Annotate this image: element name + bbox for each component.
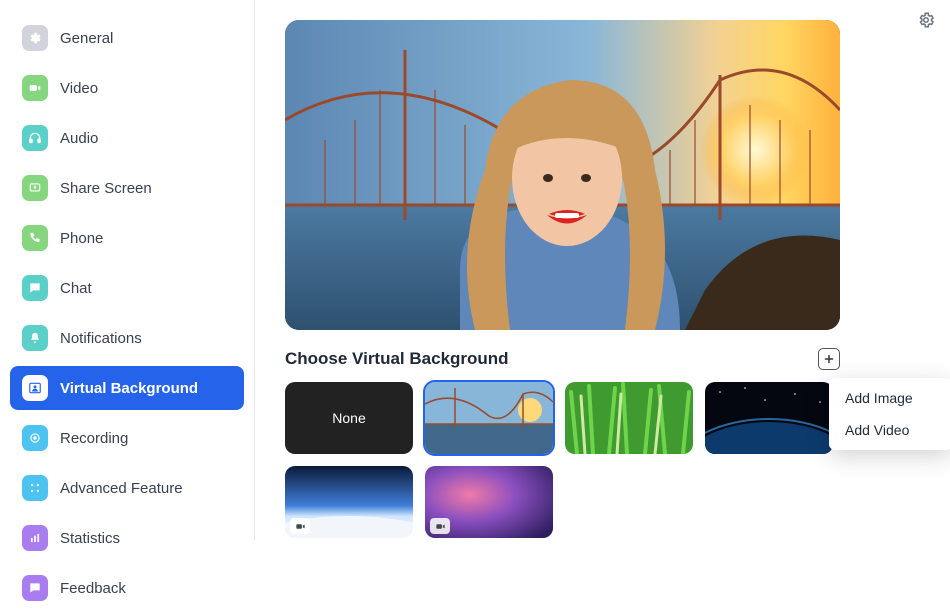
sidebar-item-share-screen[interactable]: Share Screen	[10, 166, 244, 210]
video-indicator-icon	[430, 518, 450, 534]
sidebar-item-advanced-feature[interactable]: Advanced Feature	[10, 466, 244, 510]
stats-icon	[22, 525, 48, 551]
person-icon	[22, 375, 48, 401]
video-icon	[22, 75, 48, 101]
gear-icon	[22, 25, 48, 51]
add-background-menu: Add Image Add Video	[829, 378, 950, 450]
menu-item-add-video[interactable]: Add Video	[829, 414, 950, 446]
background-grid: None	[285, 382, 855, 538]
sidebar-item-label: Notifications	[60, 330, 142, 347]
bell-icon	[22, 325, 48, 351]
sidebar-item-label: Video	[60, 80, 98, 97]
sidebar-item-audio[interactable]: Audio	[10, 116, 244, 160]
sidebar-item-virtual-background[interactable]: Virtual Background	[10, 366, 244, 410]
settings-sidebar: General Video Audio Share Screen Phone C…	[0, 0, 255, 540]
video-preview	[285, 20, 840, 330]
settings-gear-icon[interactable]	[914, 8, 938, 32]
bg-option-label: None	[332, 410, 365, 426]
sidebar-item-general[interactable]: General	[10, 16, 244, 60]
section-title: Choose Virtual Background	[285, 349, 509, 369]
sidebar-item-label: Phone	[60, 230, 103, 247]
sidebar-item-video[interactable]: Video	[10, 66, 244, 110]
sidebar-item-feedback[interactable]: Feedback	[10, 566, 244, 610]
sidebar-item-label: Recording	[60, 430, 128, 447]
sidebar-item-label: Virtual Background	[60, 380, 198, 397]
bg-option-blur-purple[interactable]	[425, 466, 553, 538]
main-panel: Choose Virtual Background None	[255, 0, 950, 540]
bg-option-none[interactable]: None	[285, 382, 413, 454]
sidebar-item-label: General	[60, 30, 113, 47]
headphones-icon	[22, 125, 48, 151]
bg-option-earth-night[interactable]	[705, 382, 833, 454]
video-indicator-icon	[290, 518, 310, 534]
sidebar-item-phone[interactable]: Phone	[10, 216, 244, 260]
bg-option-grass[interactable]	[565, 382, 693, 454]
sidebar-item-recording[interactable]: Recording	[10, 416, 244, 460]
bg-option-bridge[interactable]	[425, 382, 553, 454]
sidebar-item-label: Advanced Feature	[60, 480, 183, 497]
share-icon	[22, 175, 48, 201]
add-background-button[interactable]	[818, 348, 840, 370]
sidebar-item-statistics[interactable]: Statistics	[10, 516, 244, 560]
phone-icon	[22, 225, 48, 251]
chat-icon	[22, 275, 48, 301]
feedback-icon	[22, 575, 48, 601]
sidebar-item-chat[interactable]: Chat	[10, 266, 244, 310]
sidebar-item-label: Chat	[60, 280, 92, 297]
sidebar-item-label: Share Screen	[60, 180, 152, 197]
sidebar-item-label: Feedback	[60, 580, 126, 597]
sidebar-item-label: Audio	[60, 130, 98, 147]
menu-item-add-image[interactable]: Add Image	[829, 382, 950, 414]
sidebar-item-label: Statistics	[60, 530, 120, 547]
sidebar-item-notifications[interactable]: Notifications	[10, 316, 244, 360]
record-icon	[22, 425, 48, 451]
bg-option-earth-horizon[interactable]	[285, 466, 413, 538]
grid-icon	[22, 475, 48, 501]
